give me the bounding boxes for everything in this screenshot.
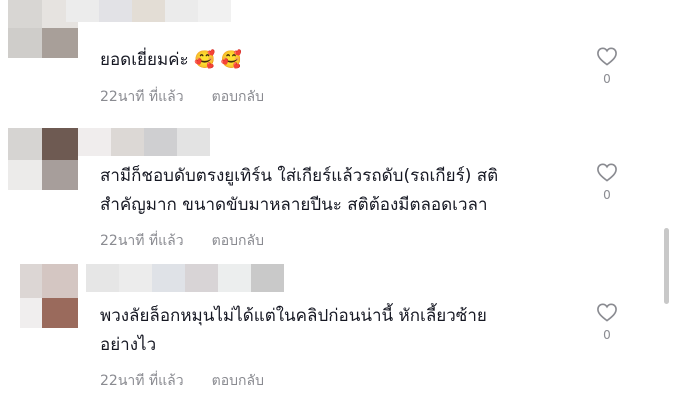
like-count: 0 xyxy=(603,72,611,86)
like-count: 0 xyxy=(603,328,611,342)
heart-outline-icon xyxy=(597,47,617,66)
comment-item: พวงลัยล็อกหมุนไม่ได้แต่ในคลิปก่อนน่านี้ … xyxy=(0,264,660,404)
reply-button[interactable]: ตอบกลับ xyxy=(212,230,264,252)
comment-time: 22นาที ที่แล้ว xyxy=(100,373,184,389)
username-blurred[interactable] xyxy=(86,264,284,292)
like-button[interactable]: 0 xyxy=(592,162,622,202)
like-button[interactable]: 0 xyxy=(592,46,622,86)
username-blurred[interactable] xyxy=(78,128,210,156)
comment-item: สามีก็ชอบดับตรงยูเทิร์น ใส่เกียร์แล้วรถด… xyxy=(0,128,660,258)
comment-meta: 22นาที ที่แล้ว ตอบกลับ xyxy=(100,230,264,252)
heart-outline-icon xyxy=(597,163,617,182)
avatar[interactable] xyxy=(8,264,78,328)
comment-time: 22นาที ที่แล้ว xyxy=(100,233,184,249)
like-count: 0 xyxy=(603,188,611,202)
comment-item: ยอดเยี่ยมค่ะ 🥰 🥰 22นาที ที่แล้ว ตอบกลับ … xyxy=(0,0,660,110)
avatar[interactable] xyxy=(8,128,78,190)
like-button[interactable]: 0 xyxy=(592,302,622,342)
comment-meta: 22นาที ที่แล้ว ตอบกลับ xyxy=(100,86,264,108)
comment-text: สามีก็ชอบดับตรงยูเทิร์น ใส่เกียร์แล้วรถด… xyxy=(100,166,499,215)
heart-outline-icon xyxy=(597,303,617,322)
comment-text: พวงลัยล็อกหมุนไม่ได้แต่ในคลิปก่อนน่านี้ … xyxy=(100,306,487,355)
comment-time: 22นาที ที่แล้ว xyxy=(100,89,184,105)
username-blurred[interactable] xyxy=(66,0,231,22)
comment-text: ยอดเยี่ยมค่ะ 🥰 🥰 xyxy=(100,50,242,70)
reply-button[interactable]: ตอบกลับ xyxy=(212,86,264,108)
smiling-hearts-emoji: 🥰 🥰 xyxy=(194,50,242,70)
comment-meta: 22นาที ที่แล้ว ตอบกลับ xyxy=(100,370,264,392)
scrollbar-thumb[interactable] xyxy=(664,228,669,304)
reply-button[interactable]: ตอบกลับ xyxy=(212,370,264,392)
